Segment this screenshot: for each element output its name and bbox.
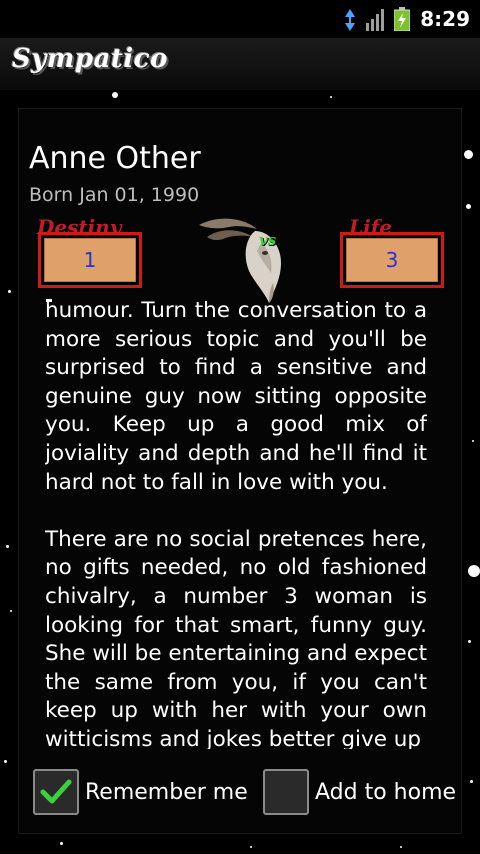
network-transfer-icon <box>344 7 356 31</box>
life-number: 3 <box>346 238 438 282</box>
destiny-number: 1 <box>44 238 136 282</box>
reading-text: humour. Turn the conversation to a more … <box>45 301 427 749</box>
person-name: Anne Other <box>29 141 201 176</box>
add-to-home-checkbox[interactable] <box>263 769 309 815</box>
remember-me-option[interactable]: Remember me <box>33 769 248 815</box>
capricorn-goat-icon: vs <box>195 213 291 309</box>
reading-paragraph: There are no social pretences here, no g… <box>45 526 427 749</box>
check-icon <box>40 779 72 804</box>
profile-panel: Anne Other Born Jan 01, 1990 Destiny 1 v… <box>18 108 462 834</box>
reading-paragraph: humour. Turn the conversation to a more … <box>45 301 427 495</box>
app-logo: Sympatico <box>12 44 168 74</box>
add-to-home-option[interactable]: Add to home <box>263 769 456 815</box>
life-number-box[interactable]: 3 <box>340 232 444 288</box>
remember-me-checkbox[interactable] <box>33 769 79 815</box>
battery-charging-icon <box>394 7 411 31</box>
remember-me-label: Remember me <box>85 779 248 805</box>
birth-date: Born Jan 01, 1990 <box>29 184 200 206</box>
status-time: 8:29 <box>420 7 470 31</box>
title-bar: Sympatico <box>0 38 480 90</box>
add-to-home-label: Add to home <box>315 779 457 805</box>
vs-label: vs <box>259 231 277 249</box>
reading-text-scroll[interactable]: humour. Turn the conversation to a more … <box>45 301 427 749</box>
status-bar: 8:29 <box>0 0 480 38</box>
destiny-number-box[interactable]: 1 <box>38 232 142 288</box>
signal-icon <box>366 7 385 31</box>
